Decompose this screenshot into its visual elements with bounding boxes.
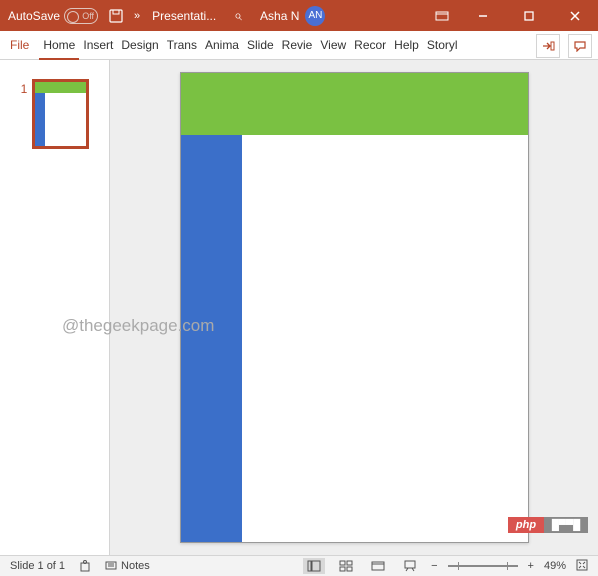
tab-recording[interactable]: Recor: [350, 30, 390, 59]
work-area: 1 @thegeekpage.com php █▀▀█: [0, 60, 598, 555]
zoom-percent[interactable]: 49%: [544, 560, 566, 572]
tab-help[interactable]: Help: [390, 30, 423, 59]
comments-icon[interactable]: [568, 34, 592, 58]
thumbnail-row[interactable]: 1: [21, 80, 89, 148]
title-bar: AutoSave Off » Presentati... ⌕ Asha N AN: [0, 0, 598, 31]
autosave-label: AutoSave: [8, 9, 60, 23]
thumbnail-panel[interactable]: 1: [0, 60, 110, 555]
thumb-green-bar: [35, 82, 86, 93]
normal-view-icon[interactable]: [303, 558, 325, 574]
notes-label: Notes: [121, 560, 150, 572]
tab-slide-show[interactable]: Slide: [243, 30, 278, 59]
zoom-out-icon[interactable]: −: [431, 560, 437, 572]
tab-storyline[interactable]: Storyl: [423, 30, 462, 59]
user-name: Asha N: [260, 9, 299, 23]
slide-thumbnail[interactable]: [33, 80, 88, 148]
share-icon[interactable]: [536, 34, 560, 58]
status-bar: Slide 1 of 1 Notes − + 49%: [0, 555, 598, 576]
fit-to-window-icon[interactable]: [576, 559, 588, 574]
tab-file[interactable]: File: [0, 30, 39, 59]
slide-blue-bar: [181, 135, 242, 542]
thumb-blue-bar: [35, 93, 45, 146]
slide-green-bar: [181, 73, 528, 135]
autosave-control[interactable]: AutoSave Off: [8, 8, 98, 24]
autosave-toggle[interactable]: Off: [64, 8, 98, 24]
php-badge-right: █▀▀█: [544, 520, 588, 531]
php-badge-left: php: [508, 517, 544, 533]
ribbon-display-icon[interactable]: [424, 0, 460, 31]
accessibility-icon[interactable]: [79, 560, 91, 572]
quick-access-overflow[interactable]: »: [134, 10, 140, 22]
zoom-in-icon[interactable]: +: [528, 560, 534, 572]
ribbon-tabs: File Home Insert Design Trans Anima Slid…: [0, 31, 598, 60]
watermark-text: @thegeekpage.com: [62, 316, 214, 336]
autosave-state: Off: [82, 11, 94, 21]
user-account[interactable]: Asha N AN: [260, 6, 325, 26]
thumbnail-number: 1: [21, 82, 28, 96]
tab-insert[interactable]: Insert: [79, 30, 117, 59]
close-button[interactable]: [552, 0, 598, 31]
php-badge: php █▀▀█: [508, 517, 588, 533]
save-icon[interactable]: [108, 8, 124, 24]
tab-home[interactable]: Home: [39, 31, 79, 60]
tab-review[interactable]: Revie: [278, 30, 317, 59]
slideshow-icon[interactable]: [399, 558, 421, 574]
window-controls: [424, 0, 598, 31]
tab-design[interactable]: Design: [117, 30, 162, 59]
notes-button[interactable]: Notes: [105, 560, 150, 572]
avatar: AN: [305, 6, 325, 26]
maximize-button[interactable]: [506, 0, 552, 31]
slide-counter[interactable]: Slide 1 of 1: [10, 560, 65, 572]
tab-view[interactable]: View: [316, 30, 350, 59]
slide-body: [181, 135, 528, 542]
search-icon[interactable]: ⌕: [234, 7, 242, 24]
zoom-slider[interactable]: [448, 565, 518, 567]
slide[interactable]: [180, 72, 529, 543]
slide-canvas-area[interactable]: @thegeekpage.com php █▀▀█: [110, 60, 598, 555]
document-title[interactable]: Presentati...: [152, 9, 216, 23]
slide-sorter-icon[interactable]: [335, 558, 357, 574]
minimize-button[interactable]: [460, 0, 506, 31]
reading-view-icon[interactable]: [367, 558, 389, 574]
thumb-body: [35, 93, 86, 146]
tab-transitions[interactable]: Trans: [163, 30, 201, 59]
tab-animations[interactable]: Anima: [201, 30, 243, 59]
